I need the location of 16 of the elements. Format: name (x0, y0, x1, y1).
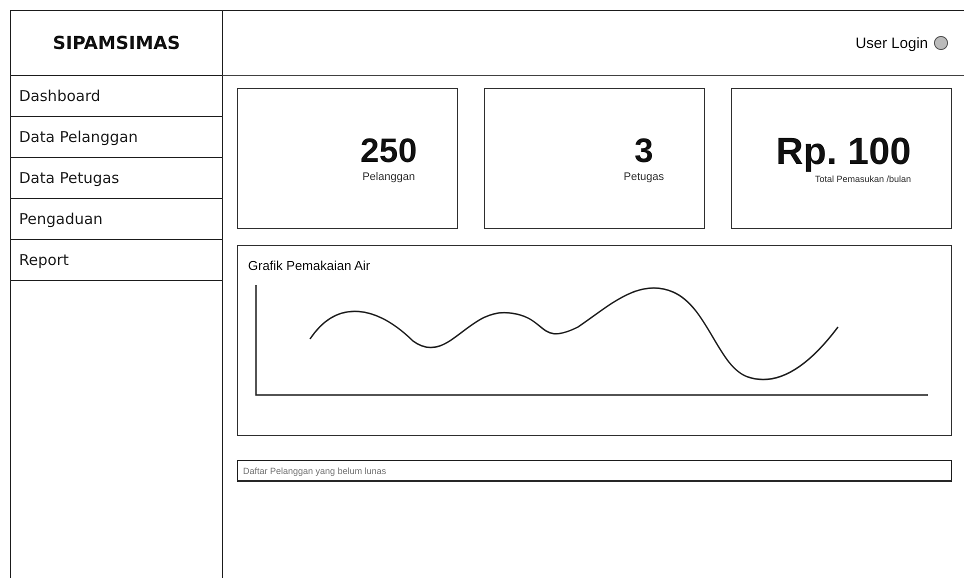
sidebar-item[interactable]: Pengaduan (11, 199, 222, 240)
app-title: SIPAMSIMAS (11, 11, 223, 76)
user-login-label[interactable]: User Login (855, 34, 928, 52)
stat-value: 3 (634, 134, 654, 168)
user-avatar-icon[interactable] (934, 36, 948, 50)
chart-title: Grafik Pemakaian Air (248, 258, 372, 273)
stat-value: Rp. 100 (776, 133, 911, 171)
stat-label: Petugas (624, 171, 664, 183)
sidebar-item[interactable]: Dashboard (11, 76, 222, 117)
stat-label: Pelanggan (362, 171, 415, 183)
sidebar-item[interactable]: Report (11, 240, 222, 281)
stat-value: 250 (360, 134, 417, 168)
sidebar-item[interactable]: Data Petugas (11, 158, 222, 199)
stat-label: Total Pemasukan /bulan (814, 174, 911, 184)
sidebar-item[interactable]: Data Pelanggan (11, 117, 222, 158)
table-header-bar: Daftar Pelanggan yang belum lunas (237, 460, 952, 482)
